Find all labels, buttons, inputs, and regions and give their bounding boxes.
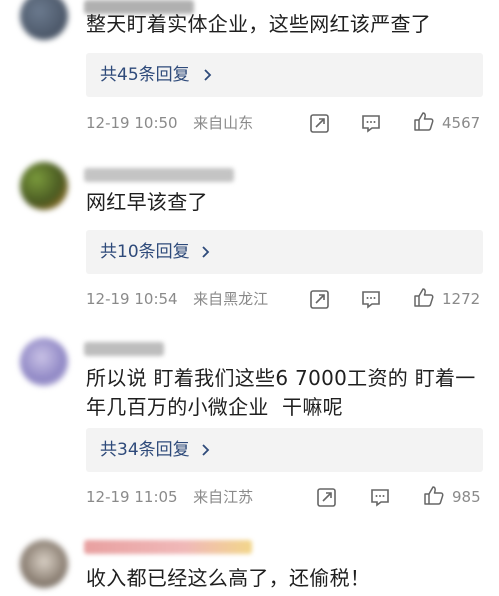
share-icon[interactable] [309,288,331,310]
like-count: 1272 [442,290,481,308]
avatar[interactable] [20,0,68,40]
view-replies-button[interactable]: 共34条回复 [86,428,483,472]
chevron-right-icon [202,246,210,258]
comment-icon[interactable] [360,288,382,310]
avatar[interactable] [20,540,68,588]
avatar[interactable] [20,162,68,210]
replies-count-label: 共45条回复 [100,65,190,85]
comment-date: 12-19 11:05 [86,488,178,506]
thumbs-up-icon[interactable] [423,484,445,506]
thumbs-up-icon[interactable] [413,286,435,308]
like-count: 4567 [442,114,481,132]
comment-icon[interactable] [369,486,391,508]
comment-location: 来自山东 [193,114,254,132]
replies-count-label: 共10条回复 [100,242,190,262]
username[interactable] [84,168,234,182]
comment-location: 来自江苏 [193,488,254,506]
comment-location: 来自黑龙江 [193,290,269,308]
comment-meta: 12-19 11:05 来自江苏 [86,487,253,507]
like-count: 985 [452,488,481,506]
view-replies-button[interactable]: 共45条回复 [86,53,483,97]
comment-text-line-2: 年几百万的小微企业 干嘛呢 [86,395,343,419]
comment-text: 收入都已经这么高了，还偷税！ [86,566,371,590]
comment-date: 12-19 10:54 [86,290,178,308]
chevron-right-icon [202,444,210,456]
username[interactable] [84,540,252,554]
comment-meta: 12-19 10:50 来自山东 [86,113,253,133]
comment-date: 12-19 10:50 [86,114,178,132]
chevron-right-icon [204,69,212,81]
avatar[interactable] [20,338,68,386]
username[interactable] [84,342,164,356]
comment-icon[interactable] [360,112,382,134]
replies-count-label: 共34条回复 [100,440,190,460]
comment-text: 整天盯着实体企业，这些网红该严查了 [86,12,432,36]
share-icon[interactable] [309,112,331,134]
thumbs-up-icon[interactable] [413,110,435,132]
view-replies-button[interactable]: 共10条回复 [86,230,483,274]
comment-meta: 12-19 10:54 来自黑龙江 [86,289,268,309]
share-icon[interactable] [316,486,338,508]
comment-text-line-1: 所以说 盯着我们这些6 7000工资的 盯着一 [86,366,476,390]
comment-text: 网红早该查了 [86,190,208,214]
